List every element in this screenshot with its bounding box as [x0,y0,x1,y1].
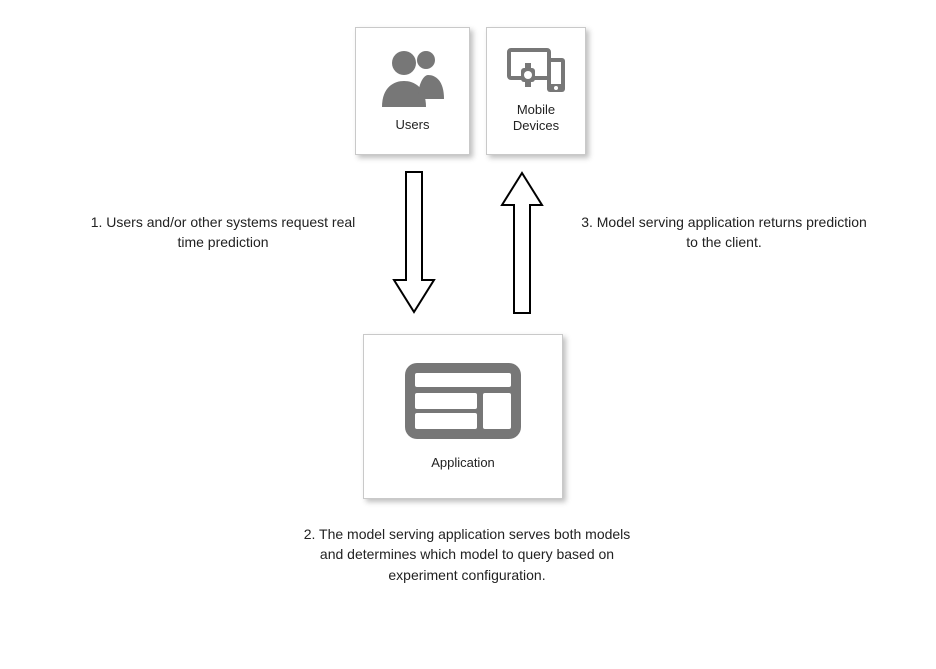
users-icon [378,47,448,109]
mobile-devices-icon [505,46,567,94]
arrow-up [500,170,544,315]
arrow-down [392,170,436,315]
caption-step-3: 3. Model serving application returns pre… [574,212,874,253]
card-mobile-label: Mobile Devices [513,102,559,135]
caption-step-1: 1. Users and/or other systems request re… [78,212,368,253]
application-icon [403,361,523,441]
card-users: Users [355,27,470,155]
card-application-label: Application [431,455,495,471]
card-application: Application [363,334,563,499]
card-mobile-devices: Mobile Devices [486,27,586,155]
card-users-label: Users [396,117,430,133]
caption-step-2: 2. The model serving application serves … [294,524,640,585]
